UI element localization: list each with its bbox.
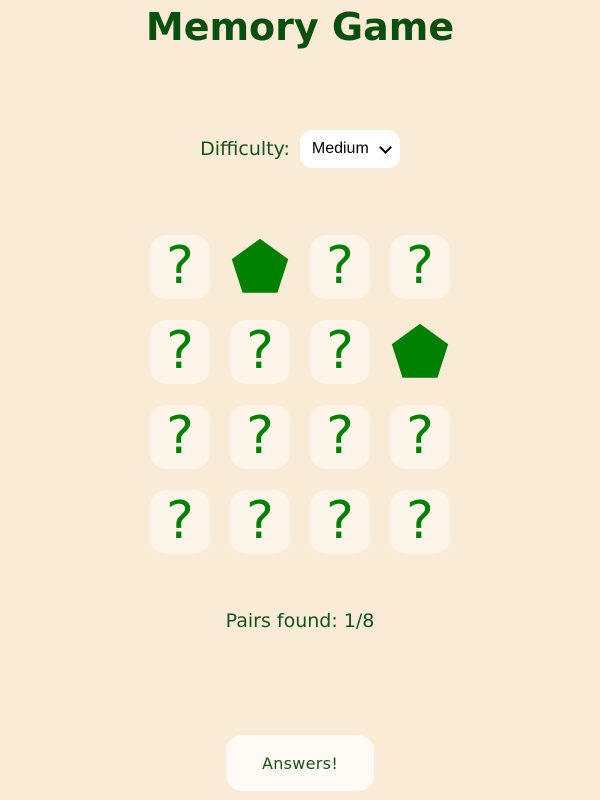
- difficulty-select[interactable]: Medium: [299, 130, 400, 168]
- memory-card[interactable]: ?: [390, 235, 450, 299]
- question-mark-icon: ?: [326, 321, 354, 381]
- question-mark-icon: ?: [406, 406, 434, 466]
- question-mark-icon: ?: [406, 491, 434, 551]
- memory-card[interactable]: ?: [310, 490, 370, 554]
- pentagon-icon: [231, 238, 289, 293]
- question-mark-icon: ?: [406, 236, 434, 296]
- difficulty-row: Difficulty: Medium: [0, 130, 600, 168]
- memory-card[interactable]: ?: [150, 490, 210, 554]
- question-mark-icon: ?: [326, 491, 354, 551]
- question-mark-icon: ?: [326, 236, 354, 296]
- pentagon-icon: [391, 323, 449, 378]
- chevron-down-icon: [379, 140, 392, 154]
- memory-card[interactable]: ?: [310, 320, 370, 384]
- memory-card[interactable]: ?: [390, 490, 450, 554]
- pairs-found-status: Pairs found: 1/8: [225, 610, 375, 632]
- memory-card[interactable]: ?: [310, 405, 370, 469]
- page-title: Memory Game: [145, 5, 455, 49]
- question-mark-icon: ?: [166, 321, 194, 381]
- question-mark-icon: ?: [246, 406, 274, 466]
- memory-card[interactable]: ?: [310, 235, 370, 299]
- memory-card[interactable]: ?: [230, 490, 290, 554]
- difficulty-label: Difficulty:: [200, 138, 290, 160]
- memory-card[interactable]: ?: [150, 405, 210, 469]
- memory-card[interactable]: ?: [390, 405, 450, 469]
- question-mark-icon: ?: [166, 491, 194, 551]
- question-mark-icon: ?: [326, 406, 354, 466]
- question-mark-icon: ?: [166, 236, 194, 296]
- memory-card[interactable]: [390, 320, 450, 384]
- difficulty-selected-value: Medium: [311, 140, 369, 157]
- memory-card[interactable]: ?: [230, 405, 290, 469]
- memory-card[interactable]: ?: [150, 320, 210, 384]
- question-mark-icon: ?: [166, 406, 194, 466]
- memory-card[interactable]: ?: [150, 235, 210, 299]
- memory-card[interactable]: ?: [230, 320, 290, 384]
- answers-button[interactable]: Answers!: [226, 735, 374, 791]
- memory-card[interactable]: [230, 235, 290, 299]
- question-mark-icon: ?: [246, 321, 274, 381]
- card-grid: ??????????????: [150, 235, 450, 554]
- question-mark-icon: ?: [246, 491, 274, 551]
